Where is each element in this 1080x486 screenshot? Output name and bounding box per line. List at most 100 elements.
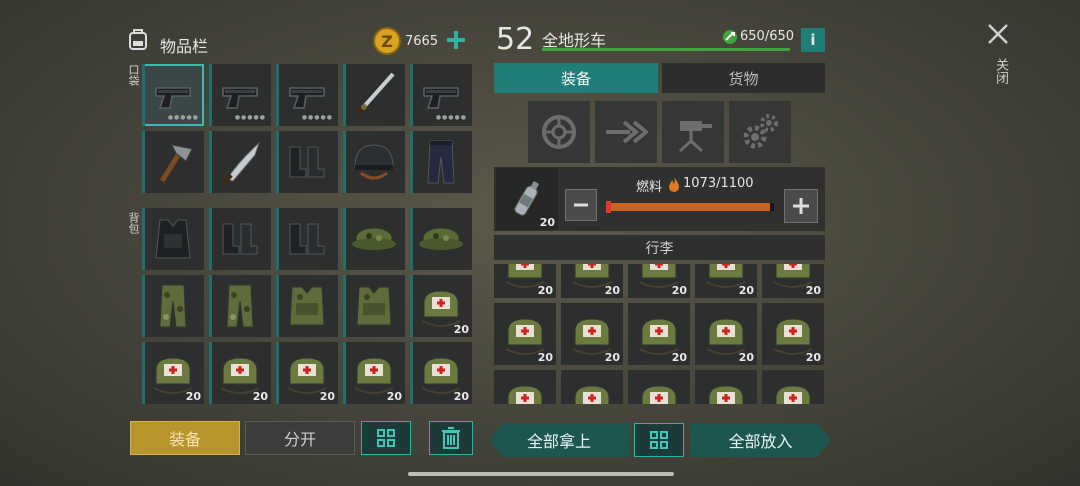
backpack-slot[interactable] bbox=[343, 208, 405, 270]
item-qty: 20 bbox=[453, 390, 469, 403]
add-coins-button[interactable] bbox=[444, 28, 468, 52]
close-button[interactable]: 关闭 bbox=[984, 20, 1012, 100]
ammo-dots: ●●●●● bbox=[234, 114, 266, 121]
durability-bar-fill bbox=[542, 48, 790, 51]
pocket-slot[interactable]: ●●●●● bbox=[276, 64, 338, 126]
pocket-slot[interactable]: ●●●●● bbox=[209, 64, 271, 126]
put-all-button[interactable]: 全部放入 bbox=[690, 423, 831, 457]
item-qty: 20 bbox=[537, 351, 553, 364]
plus-icon bbox=[793, 198, 809, 214]
hatchet-icon bbox=[159, 144, 193, 183]
sort-luggage-button[interactable] bbox=[634, 423, 684, 457]
luggage-slot[interactable]: 20 bbox=[762, 370, 824, 404]
backpack-slot[interactable] bbox=[410, 208, 472, 270]
luggage-slot[interactable]: 20 bbox=[762, 303, 824, 365]
fuel-item-qty: 20 bbox=[539, 216, 555, 229]
minus-icon bbox=[574, 203, 588, 207]
pocket-slot[interactable]: ●●●●● bbox=[142, 64, 204, 126]
backpack-slot[interactable]: 20 bbox=[343, 342, 405, 404]
backpack-slot[interactable] bbox=[276, 208, 338, 270]
pocket-slot[interactable] bbox=[410, 131, 472, 193]
grid-sort-icon bbox=[650, 431, 668, 449]
vehicle-level: 52 bbox=[496, 22, 535, 57]
luggage-slot[interactable]: 20 bbox=[695, 303, 757, 365]
item-qty: 20 bbox=[671, 351, 687, 364]
luggage-slot[interactable]: 20 bbox=[695, 370, 757, 404]
item-qty: 20 bbox=[805, 284, 821, 297]
luggage-slot[interactable]: 20 bbox=[628, 264, 690, 298]
luggage-slot[interactable]: 20 bbox=[695, 264, 757, 298]
item-qty: 20 bbox=[671, 284, 687, 297]
info-button[interactable]: i bbox=[801, 28, 825, 52]
backpack-slot[interactable] bbox=[276, 275, 338, 337]
inventory-title: 物品栏 bbox=[160, 37, 209, 56]
luggage-slot[interactable]: 20 bbox=[628, 303, 690, 365]
fuel-slider-track[interactable] bbox=[606, 201, 774, 213]
fuel-bottle-slot[interactable]: 20 bbox=[496, 168, 558, 230]
luggage-slot[interactable]: 20 bbox=[628, 370, 690, 404]
durability-value: 650/650 bbox=[740, 29, 795, 44]
pocket-slot[interactable] bbox=[343, 64, 405, 126]
backpack-slot[interactable] bbox=[209, 208, 271, 270]
gears-module-slot[interactable] bbox=[729, 101, 791, 163]
wheel-module-slot[interactable] bbox=[528, 101, 590, 163]
equip-button-label: 装备 bbox=[168, 430, 201, 449]
luggage-slot[interactable]: 20 bbox=[494, 264, 556, 298]
backpack-slot[interactable]: 20 bbox=[209, 342, 271, 404]
luggage-grid: 202020202020202020202020202020 bbox=[494, 264, 827, 404]
camo-pants-icon bbox=[226, 284, 254, 328]
sort-inventory-button[interactable] bbox=[361, 421, 411, 455]
backpack-slot[interactable] bbox=[142, 275, 204, 337]
fuel-decrease-button[interactable] bbox=[565, 189, 597, 221]
fuel-slider-fill bbox=[608, 203, 770, 211]
backpack-slot[interactable] bbox=[209, 275, 271, 337]
item-qty: 20 bbox=[805, 351, 821, 364]
backpack-slot[interactable] bbox=[142, 208, 204, 270]
luggage-slot[interactable]: 20 bbox=[494, 303, 556, 365]
put-all-label: 全部放入 bbox=[728, 432, 793, 451]
trash-button[interactable] bbox=[429, 421, 473, 455]
split-button[interactable]: 分开 bbox=[245, 421, 355, 455]
ammo-dots: ●●●●● bbox=[167, 114, 199, 121]
item-qty: 20 bbox=[185, 390, 201, 403]
pants-icon bbox=[427, 140, 455, 184]
luggage-slot[interactable]: 20 bbox=[561, 264, 623, 298]
coin-icon: Z bbox=[372, 26, 402, 60]
equip-button[interactable]: 装备 bbox=[130, 421, 240, 455]
tab-cargo-label: 货物 bbox=[728, 69, 759, 88]
backpack-slot[interactable] bbox=[343, 275, 405, 337]
medkit-bag-icon bbox=[641, 385, 677, 404]
backpack-slot[interactable]: 20 bbox=[276, 342, 338, 404]
pocket-slot[interactable] bbox=[276, 131, 338, 193]
fuel-slider-handle[interactable] bbox=[606, 201, 611, 213]
grid-sort-icon bbox=[377, 429, 395, 447]
machete-icon bbox=[221, 141, 261, 185]
luggage-slot[interactable]: 20 bbox=[494, 370, 556, 404]
medkit-bag-icon bbox=[574, 385, 610, 404]
take-all-label: 全部拿上 bbox=[526, 432, 591, 451]
medkit-bag-icon bbox=[775, 385, 811, 404]
pocket-slot[interactable]: ●●●●● bbox=[410, 64, 472, 126]
take-all-button[interactable]: 全部拿上 bbox=[489, 423, 629, 457]
luggage-slot[interactable]: 20 bbox=[762, 264, 824, 298]
tab-equipment[interactable]: 装备 bbox=[494, 63, 658, 93]
pocket-slot[interactable] bbox=[142, 131, 204, 193]
split-button-label: 分开 bbox=[283, 430, 316, 449]
fuel-increase-button[interactable] bbox=[784, 189, 818, 223]
luggage-slot[interactable]: 20 bbox=[561, 303, 623, 365]
luggage-slot[interactable]: 20 bbox=[561, 370, 623, 404]
tab-cargo[interactable]: 货物 bbox=[662, 63, 825, 93]
boots-icon bbox=[222, 223, 258, 255]
pocket-slot[interactable] bbox=[343, 131, 405, 193]
backpack-slot[interactable]: 20 bbox=[410, 342, 472, 404]
camo-cap-icon bbox=[352, 227, 396, 250]
engine-module-slot[interactable] bbox=[595, 101, 657, 163]
item-qty: 20 bbox=[604, 284, 620, 297]
backpack-slot[interactable]: 20 bbox=[142, 342, 204, 404]
pocket-slot[interactable] bbox=[209, 131, 271, 193]
turret-module-slot[interactable] bbox=[662, 101, 724, 163]
turret-icon bbox=[678, 121, 712, 153]
backpack-slot[interactable]: 20 bbox=[410, 275, 472, 337]
item-qty: 20 bbox=[738, 351, 754, 364]
camo-pants-icon bbox=[159, 284, 187, 328]
